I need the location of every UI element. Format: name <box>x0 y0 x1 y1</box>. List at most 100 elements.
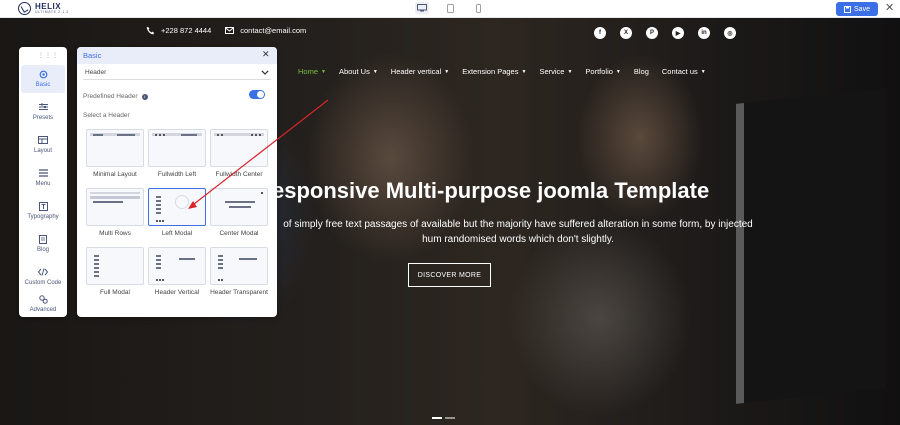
settings-icon <box>38 70 48 79</box>
rail-item-advanced[interactable]: Advanced <box>21 290 65 318</box>
rail-item-layout[interactable]: Layout <box>21 131 65 159</box>
helix-logo: HELIX ULTIMATE 2.1.2 <box>18 2 69 15</box>
phone-number: +228 872 4444 <box>161 26 212 35</box>
instagram-icon[interactable]: ◎ <box>724 27 736 39</box>
rail-label: Custom Code <box>24 279 62 286</box>
menu-icon <box>38 169 48 178</box>
nav-contact-us[interactable]: Contact us ▼ <box>662 67 706 76</box>
nav-label: About Us <box>338 67 370 76</box>
sliders-icon <box>38 103 48 112</box>
header-thumbnail <box>148 129 206 167</box>
nav-home[interactable]: Home ▼ <box>298 67 326 76</box>
header-option-header-vertical[interactable]: Header Vertical <box>148 247 206 297</box>
header-option-full-modal[interactable]: Full Modal <box>86 247 144 297</box>
code-icon <box>38 268 48 277</box>
blog-icon <box>38 234 48 244</box>
phone-contact[interactable]: +228 872 4444 <box>146 26 211 35</box>
phone-icon <box>146 26 155 35</box>
option-label: Center Modal <box>219 230 259 237</box>
section-select-value: Header <box>85 68 107 76</box>
builder-toolbar: HELIX ULTIMATE 2.1.2 Save ✕ <box>0 0 900 18</box>
device-toggle <box>415 2 485 14</box>
nav-extension-pages[interactable]: Extension Pages ▼ <box>462 67 526 76</box>
layout-icon <box>38 136 48 145</box>
chevron-down-icon: ▼ <box>700 68 706 75</box>
nav-label: Extension Pages <box>462 67 519 76</box>
header-thumbnail <box>86 129 144 167</box>
chevron-down-icon <box>261 69 269 75</box>
hero-title: esponsive Multi-purpose joomla Template <box>272 178 710 203</box>
nav-header-vertical[interactable]: Header vertical ▼ <box>391 67 449 76</box>
header-option-left-modal[interactable]: Left Modal <box>148 188 206 238</box>
save-label: Save <box>854 5 870 13</box>
x-icon[interactable]: X <box>620 27 632 39</box>
discover-more-button[interactable]: DISCOVER MORE <box>408 263 491 287</box>
linkedin-icon[interactable]: in <box>698 27 710 39</box>
facebook-icon[interactable]: f <box>594 27 606 39</box>
social-links: f X P ▶ in ◎ <box>594 27 736 39</box>
rail-item-basic[interactable]: Basic <box>21 65 65 93</box>
contact-bar: +228 872 4444 contact@email.com <box>146 26 306 35</box>
chevron-down-icon: ▼ <box>444 68 450 75</box>
rail-item-blog[interactable]: Blog <box>21 230 65 258</box>
email-address: contact@email.com <box>240 26 307 35</box>
desktop-icon[interactable] <box>415 2 429 14</box>
settings-rail: ⋮⋮⋮ Basic Presets Layout Menu Typography… <box>19 47 67 317</box>
typography-icon <box>38 201 48 211</box>
rail-item-typography[interactable]: Typography <box>21 197 65 225</box>
chevron-down-icon: ▼ <box>321 68 326 75</box>
option-label: Minimal Layout <box>93 171 137 178</box>
header-thumbnail <box>148 247 206 285</box>
rail-label: Menu <box>35 180 51 187</box>
option-label: Full Modal <box>100 289 130 296</box>
rail-label: Typography <box>27 213 59 220</box>
close-builder-icon[interactable]: ✕ <box>885 2 894 14</box>
header-option-fullwidth-left[interactable]: Fullwidth Left <box>148 129 206 179</box>
section-select[interactable]: Header <box>83 65 271 80</box>
panel-header: Basic ✕ <box>77 47 277 64</box>
select-header-label: Select a Header <box>83 112 130 119</box>
mail-icon <box>225 26 235 35</box>
nav-label: Home <box>298 67 319 76</box>
drag-handle-icon[interactable]: ⋮⋮⋮ <box>38 52 59 59</box>
rail-label: Advanced <box>29 306 57 313</box>
chevron-down-icon: ▼ <box>567 68 573 75</box>
nav-portfolio[interactable]: Portfolio ▼ <box>585 67 620 76</box>
nav-blog[interactable]: Blog <box>634 67 649 76</box>
slider-dot[interactable] <box>432 417 442 419</box>
nav-about-us[interactable]: About Us ▼ <box>339 67 378 76</box>
main-navigation: Home ▼ About Us ▼ Header vertical ▼ Extensi… <box>298 67 706 76</box>
chevron-down-icon: ▼ <box>521 68 527 75</box>
slider-dot[interactable] <box>445 417 455 419</box>
header-thumbnail <box>210 247 268 285</box>
rail-item-custom-code[interactable]: Custom Code <box>21 263 65 291</box>
nav-label: Portfolio <box>585 67 613 76</box>
mobile-icon[interactable] <box>471 2 485 14</box>
nav-label: Header vertical <box>390 67 442 76</box>
panel-title: Basic <box>83 51 102 60</box>
pinterest-icon[interactable]: P <box>646 27 658 39</box>
logo-subtitle: ULTIMATE 2.1.2 <box>35 9 69 14</box>
save-button[interactable]: Save <box>836 2 878 16</box>
info-icon[interactable]: i <box>141 93 148 100</box>
rail-item-menu[interactable]: Menu <box>21 164 65 192</box>
option-label: Multi Rows <box>99 230 131 237</box>
header-option-multi-rows[interactable]: Multi Rows <box>86 188 144 238</box>
header-option-minimal-layout[interactable]: Minimal Layout <box>86 129 144 179</box>
nav-label: Blog <box>633 67 649 76</box>
email-contact[interactable]: contact@email.com <box>225 26 306 35</box>
header-option-center-modal[interactable]: Center Modal <box>210 188 268 238</box>
rail-item-presets[interactable]: Presets <box>21 98 65 126</box>
option-label: Left Modal <box>161 230 193 237</box>
predefined-header-label: Predefined Header i <box>83 93 148 100</box>
option-label: Header Transparent <box>210 289 268 296</box>
nav-service[interactable]: Service ▼ <box>539 67 572 76</box>
hero-description: of simply free text passages of availabl… <box>283 219 753 245</box>
header-option-fullwidth-center[interactable]: Fullwidth Center <box>210 129 268 179</box>
predefined-header-toggle[interactable] <box>249 90 265 99</box>
tablet-icon[interactable] <box>443 2 457 14</box>
close-icon[interactable]: ✕ <box>262 49 270 60</box>
header-option-header-transparent[interactable]: Header Transparent <box>210 247 268 297</box>
rail-label: Basic <box>35 81 51 88</box>
youtube-icon[interactable]: ▶ <box>672 27 684 39</box>
